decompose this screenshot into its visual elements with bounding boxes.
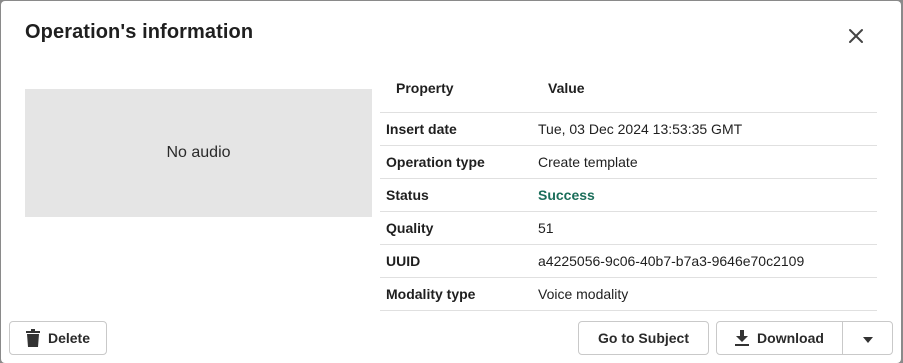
property-value: Voice modality	[532, 277, 877, 311]
property-name: Insert date	[380, 112, 532, 146]
operation-info-dialog: Operation's information No audio Propert…	[1, 1, 901, 363]
caret-down-icon	[862, 330, 873, 346]
download-icon	[735, 330, 750, 346]
column-header-value: Value	[532, 63, 877, 113]
audio-placeholder: No audio	[25, 89, 372, 217]
delete-button-label: Delete	[47, 330, 91, 346]
property-value: Create template	[532, 145, 877, 179]
close-icon	[848, 28, 864, 49]
table-row: Insert date Tue, 03 Dec 2024 13:53:35 GM…	[380, 112, 877, 146]
property-name: UUID	[380, 244, 532, 278]
table-row: Modality type Voice modality	[380, 277, 877, 311]
table-row: Quality 51	[380, 211, 877, 245]
download-button-label: Download	[757, 330, 824, 346]
property-value: a4225056-9c06-40b7-b7a3-9646e70c2109	[532, 244, 877, 278]
table-row: UUID a4225056-9c06-40b7-b7a3-9646e70c210…	[380, 244, 877, 278]
table-row: Operation type Create template	[380, 145, 877, 179]
property-value: Tue, 03 Dec 2024 13:53:35 GMT	[532, 112, 877, 146]
delete-button[interactable]: Delete	[9, 321, 107, 355]
audio-placeholder-text: No audio	[166, 144, 231, 161]
trash-icon	[25, 329, 40, 347]
table-row: Status Success	[380, 178, 877, 212]
download-options-button[interactable]	[842, 321, 893, 355]
table-header-row: Property Value	[380, 63, 877, 113]
download-button[interactable]: Download	[716, 321, 843, 355]
property-name: Quality	[380, 211, 532, 245]
property-name: Operation type	[380, 145, 532, 179]
property-name: Status	[380, 178, 532, 212]
close-button[interactable]	[839, 23, 873, 53]
go-to-subject-label: Go to Subject	[598, 330, 689, 346]
properties-table: Property Value Insert date Tue, 03 Dec 2…	[380, 63, 877, 311]
column-header-property: Property	[380, 63, 532, 113]
dialog-title: Operation's information	[25, 21, 254, 43]
status-value: Success	[532, 178, 877, 212]
go-to-subject-button[interactable]: Go to Subject	[578, 321, 709, 355]
property-value: 51	[532, 211, 877, 245]
property-name: Modality type	[380, 277, 532, 311]
